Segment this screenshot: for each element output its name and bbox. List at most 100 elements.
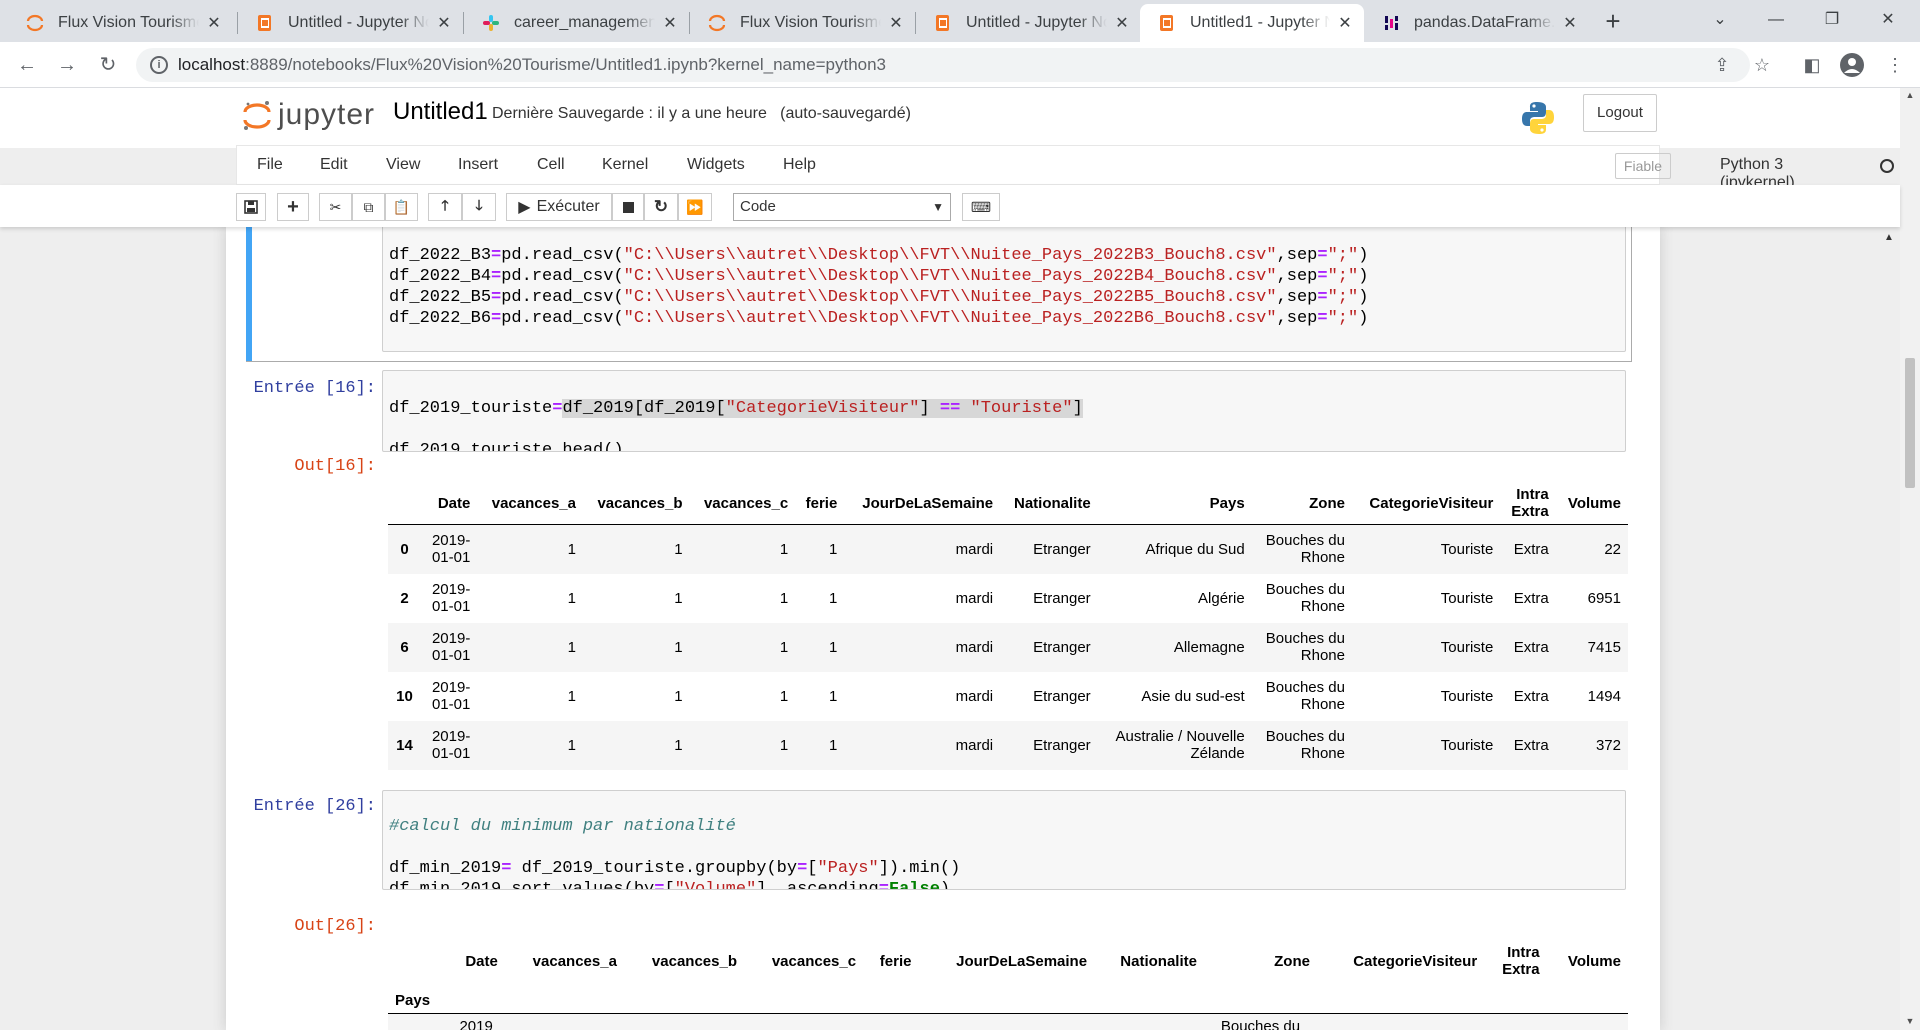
close-icon[interactable]: ✕ xyxy=(1113,13,1131,33)
close-icon[interactable]: ✕ xyxy=(435,13,453,33)
minimize-icon[interactable]: — xyxy=(1748,0,1804,42)
table-cell: Etranger xyxy=(1033,687,1091,705)
code-input-26[interactable]: #calcul du minimum par nationalité df_mi… xyxy=(382,790,1626,890)
menu-widgets[interactable]: Widgets xyxy=(687,156,745,174)
notebook-name[interactable]: Untitled1 xyxy=(393,98,488,126)
table-cell: Australie / Nouvelle Zélande xyxy=(1115,728,1245,762)
table-cell: Bouches du Rhone xyxy=(1265,728,1345,762)
table-cell: 2019- 01-01 xyxy=(431,728,471,762)
browser-tab[interactable]: Flux Vision Tourisme/ ✕ xyxy=(8,4,233,42)
tab-label: pandas.DataFrame.so xyxy=(1414,14,1555,31)
table-cell: Touriste xyxy=(1440,638,1494,656)
save-status: Dernière Sauvegarde : il y a une heure (… xyxy=(492,105,911,122)
notebook-scroll-up-icon[interactable]: ▲ xyxy=(1884,232,1894,243)
back-icon[interactable]: ← xyxy=(12,50,42,80)
table-cell xyxy=(744,1014,863,1030)
page-scrollbar[interactable]: ▲ ▼ xyxy=(1900,88,1920,1030)
address-bar-row: ← → ↻ i localhost:8889/notebooks/Flux%20… xyxy=(0,42,1920,88)
tab-label: career_management - xyxy=(514,14,655,31)
index-spacer xyxy=(1203,982,1317,1014)
play-icon: ▶ xyxy=(518,199,531,216)
copy-icon: ⧉ xyxy=(363,198,374,215)
side-panel-icon[interactable]: ◧ xyxy=(1797,50,1827,80)
code-line: df_2022_B4=pd.read_csv("C:\\Users\\autre… xyxy=(389,267,1369,286)
interrupt-button[interactable] xyxy=(612,193,644,221)
tab-search-icon[interactable]: ⌄ xyxy=(1692,0,1748,42)
close-icon[interactable]: ✕ xyxy=(661,13,679,33)
index-spacer xyxy=(623,982,744,1014)
cell-type-select[interactable]: Code ▼ xyxy=(733,193,951,221)
close-window-icon[interactable]: ✕ xyxy=(1860,0,1916,42)
table-cell xyxy=(863,1014,918,1030)
index-spacer xyxy=(1484,982,1547,1014)
restore-icon[interactable]: ❐ xyxy=(1804,0,1860,42)
copy-button[interactable]: ⧉ xyxy=(352,193,385,221)
menu-cell[interactable]: Cell xyxy=(537,156,565,174)
column-header: ferie xyxy=(795,472,845,525)
browser-tab[interactable]: Untitled - Jupyter Not ✕ xyxy=(916,4,1141,42)
column-header: JourDeLaSemaine xyxy=(956,952,1088,970)
close-icon[interactable]: ✕ xyxy=(1561,13,1579,33)
code-line: df_min_2019.sort_values(by=["Volume"], a… xyxy=(389,880,951,890)
cut-button[interactable]: ✂ xyxy=(319,193,352,221)
menu-edit[interactable]: Edit xyxy=(320,156,348,174)
column-header: vacances_b xyxy=(582,472,690,525)
table-cell: 1 xyxy=(567,736,576,754)
browser-tab[interactable]: career_management - ✕ xyxy=(464,4,689,42)
column-header: Pays xyxy=(1097,472,1252,525)
table-cell: 1 xyxy=(674,540,683,558)
new-tab-button[interactable]: + xyxy=(1597,6,1629,38)
reload-icon[interactable]: ↻ xyxy=(93,50,123,80)
index-spacer xyxy=(744,982,864,1014)
scroll-down-icon[interactable]: ▼ xyxy=(1900,1016,1920,1026)
table-row: 2 2019- 01-01 1 1 1 1 mardi Etranger Algérie Bouch… xyxy=(388,574,1628,623)
column-header: Volume xyxy=(1567,952,1621,970)
share-icon[interactable]: ⇪ xyxy=(1707,50,1737,80)
browser-tab[interactable]: Flux Vision Tourisme/ ✕ xyxy=(690,4,915,42)
menu-kernel[interactable]: Kernel xyxy=(602,156,648,174)
input-prompt: Entrée [26]: xyxy=(253,797,376,816)
index-spacer xyxy=(1546,982,1628,1014)
run-button[interactable]: ▶ Exécuter xyxy=(506,193,612,221)
table-cell: 1 xyxy=(779,589,789,607)
pandas-favicon-icon xyxy=(1382,14,1400,32)
bookmark-star-icon[interactable]: ☆ xyxy=(1747,50,1777,80)
command-palette-button[interactable]: ⌨ xyxy=(962,193,1000,221)
browser-tab[interactable]: pandas.DataFrame.so ✕ xyxy=(1364,4,1589,42)
browser-tab-active[interactable]: Untitled1 - Jupyter N ✕ xyxy=(1140,4,1364,42)
table-cell: Touriste xyxy=(1440,736,1494,754)
scroll-up-icon[interactable]: ▲ xyxy=(1900,90,1920,100)
site-info-icon[interactable]: i xyxy=(150,56,168,74)
jupyter-header: jupyter Untitled1 Dernière Sauvegarde : … xyxy=(0,88,1900,148)
close-icon[interactable]: ✕ xyxy=(887,13,905,33)
insert-cell-button[interactable]: + xyxy=(277,193,309,221)
jupyter-logo[interactable]: jupyter xyxy=(242,98,375,132)
restart-button[interactable]: ↻ xyxy=(644,193,678,221)
more-menu-icon[interactable]: ⋮ xyxy=(1880,50,1910,80)
jupyter-notebook-favicon-icon xyxy=(1158,14,1176,32)
trusted-indicator[interactable]: Fiable xyxy=(1615,153,1671,179)
profile-avatar-icon[interactable] xyxy=(1837,50,1867,80)
move-up-button[interactable]: 🡑 xyxy=(428,193,462,221)
menu-view[interactable]: View xyxy=(386,156,420,174)
menu-insert[interactable]: Insert xyxy=(458,156,498,174)
row-index: 6 xyxy=(400,638,409,656)
code-input-16[interactable]: df_2019_touriste=df_2019[df_2019["Catego… xyxy=(382,370,1626,452)
table-cell: mardi xyxy=(955,687,994,705)
logout-button[interactable]: Logout xyxy=(1583,94,1657,132)
url-field[interactable]: i localhost:8889/notebooks/Flux%20Vision… xyxy=(136,48,1750,82)
menu-help[interactable]: Help xyxy=(783,156,816,174)
close-icon[interactable]: ✕ xyxy=(1336,13,1354,33)
save-button[interactable] xyxy=(236,193,266,221)
paste-button[interactable]: 📋 xyxy=(385,193,418,221)
move-down-button[interactable]: 🡓 xyxy=(462,193,496,221)
table-cell: 1 xyxy=(674,687,683,705)
close-icon[interactable]: ✕ xyxy=(205,13,223,33)
scrollbar-thumb[interactable] xyxy=(1905,358,1915,488)
code-input-top[interactable]: df_2022_B3=pd.read_csv("C:\\Users\\autre… xyxy=(382,227,1626,352)
restart-run-all-button[interactable]: ⏩ xyxy=(678,193,712,221)
browser-tab[interactable]: Untitled - Jupyter Not ✕ xyxy=(238,4,463,42)
forward-icon[interactable]: → xyxy=(52,50,82,80)
menu-file[interactable]: File xyxy=(257,156,283,174)
table-cell: 7415 xyxy=(1587,638,1621,656)
